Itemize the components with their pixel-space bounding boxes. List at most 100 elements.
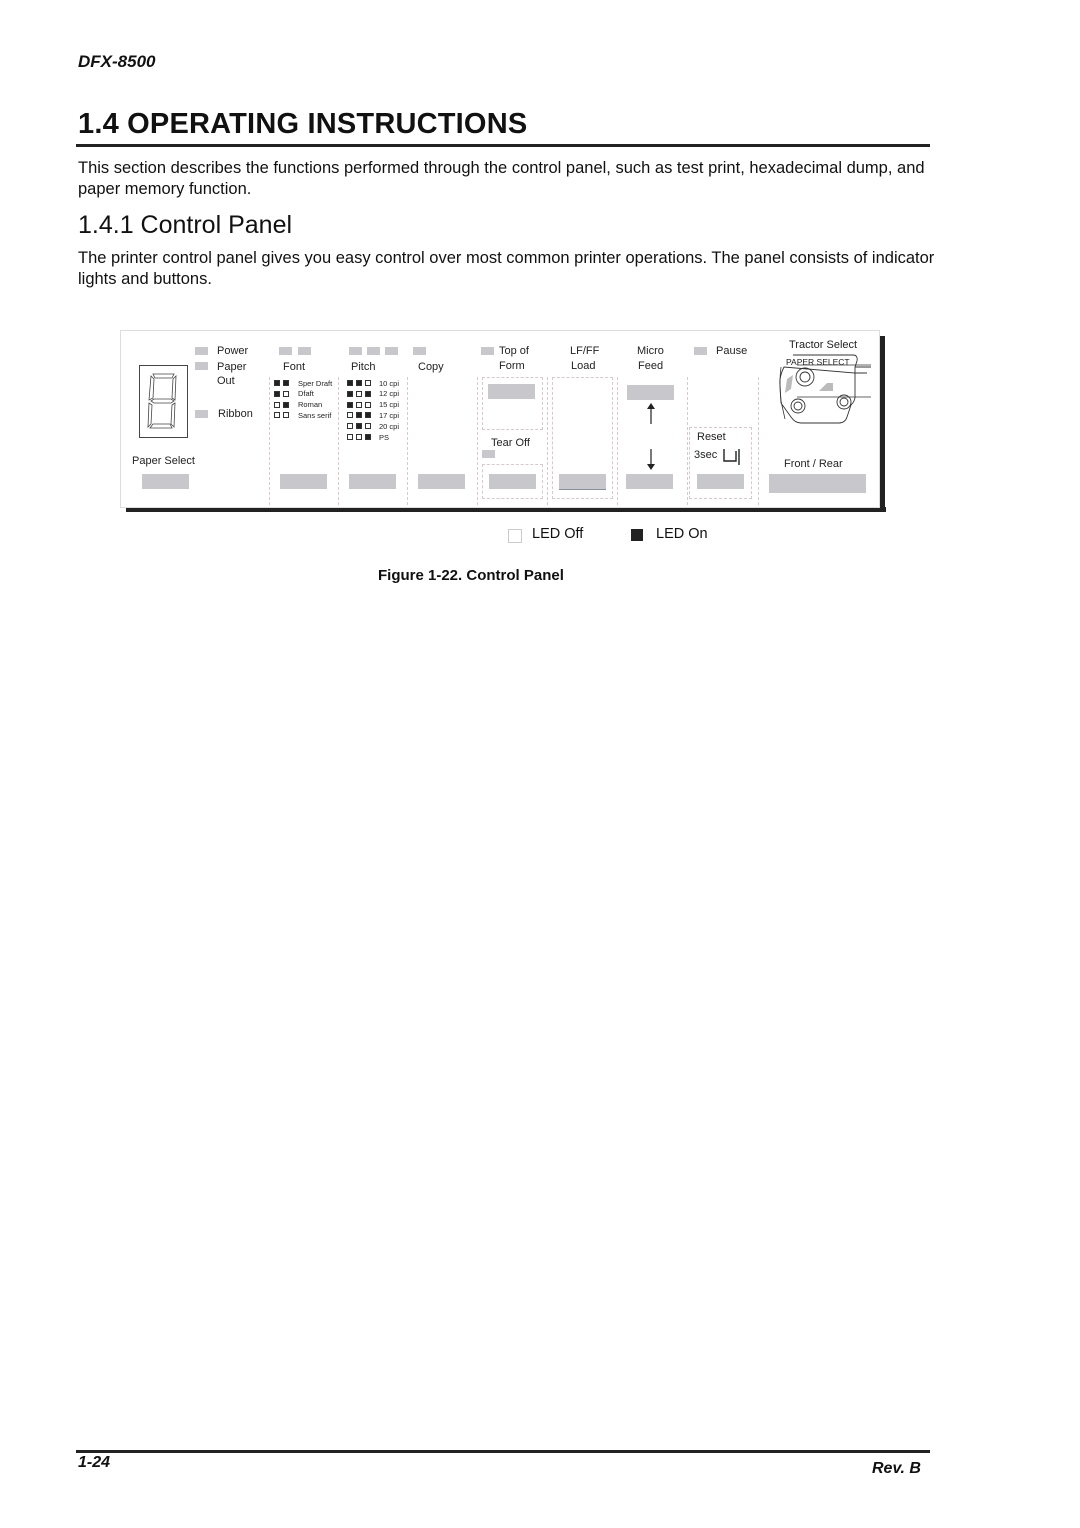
model-header: DFX-8500 [78, 52, 156, 71]
pitch-option-label: PS [379, 432, 390, 442]
divider [269, 377, 270, 505]
front-rear-label: Front / Rear [784, 458, 843, 470]
pitch-led-3 [385, 347, 398, 355]
paper-select-label: Paper Select [132, 455, 195, 467]
divider [338, 377, 339, 505]
ribbon-led [195, 410, 208, 418]
divider [407, 377, 408, 505]
reset-label: Reset [697, 431, 726, 443]
page-number: 1-24 [78, 1454, 111, 1471]
paper-out-led [195, 362, 208, 370]
font-led-indicator-on [283, 380, 289, 386]
font-led-indicator-off [283, 412, 289, 419]
lf-ff-load-button[interactable] [559, 474, 606, 490]
font-option-label: Dfaft [298, 389, 314, 399]
lf-ff-label: LF/FF [570, 345, 600, 357]
pause-led [694, 347, 707, 355]
led-off-label: LED Off [532, 526, 584, 542]
section-title: 1.4 OPERATING INSTRUCTIONS [78, 108, 528, 140]
revision: Rev. B [872, 1460, 921, 1477]
paper-out-label-2: Out [217, 375, 235, 387]
segment-digit-icon [147, 373, 177, 429]
title-rule [76, 144, 930, 147]
pause-label: Pause [716, 345, 748, 357]
paper-out-label: Paper [217, 361, 247, 373]
copy-led [413, 347, 426, 355]
top-of-form-led [481, 347, 494, 355]
font-led-2 [298, 347, 311, 355]
tear-off-led [482, 450, 495, 458]
pitch-led-indicator-on [356, 412, 362, 419]
paper-select-plate-label: PAPER SELECT [786, 357, 850, 367]
tractor-select-label: Tractor Select [789, 339, 858, 351]
top-of-form-label-2: Form [499, 360, 525, 372]
pitch-label: Pitch [351, 361, 376, 373]
font-led-indicator-on [274, 380, 280, 386]
pitch-led-indicator-on [365, 434, 371, 440]
pitch-led-indicator-off [356, 434, 362, 440]
pitch-option-label: 10 cpi [379, 378, 400, 388]
pitch-led-indicator-off [365, 380, 371, 386]
font-button[interactable] [280, 474, 327, 489]
font-led-indicator-off [274, 401, 280, 408]
pause-button[interactable] [697, 474, 744, 489]
power-led [195, 347, 208, 355]
micro-feed-down-button[interactable] [626, 474, 673, 489]
font-label: Font [283, 361, 306, 373]
font-option-label: Sans serif [298, 410, 332, 420]
pitch-led-indicator-off [347, 412, 353, 419]
font-led-indicator-on [283, 401, 289, 408]
hold-timing-icon [723, 447, 743, 472]
arrow-up-icon [646, 403, 656, 430]
font-led-indicator-off [274, 412, 280, 419]
pitch-led-indicator-off [356, 390, 362, 397]
micro-feed-up-button[interactable] [627, 385, 674, 400]
pitch-led-indicator-on [347, 380, 353, 386]
section-intro: This section describes the functions per… [78, 159, 925, 198]
tear-off-button[interactable] [489, 474, 536, 489]
top-of-form-label: Top of [499, 345, 529, 357]
pitch-led-indicator-off [365, 401, 371, 408]
pitch-led-indicator-off [365, 423, 371, 430]
footer-rule [76, 1450, 930, 1453]
pitch-led-indicator-on [356, 380, 362, 386]
micro-feed-label: Micro [637, 345, 664, 357]
led-on-label: LED On [656, 526, 708, 542]
pitch-led-1 [349, 347, 362, 355]
pitch-option-label: 15 cpi [379, 400, 400, 410]
pitch-led-indicator-off [347, 423, 353, 430]
control-panel-figure: Power Paper Out Ribbon Paper Select Font… [120, 330, 880, 508]
ribbon-label: Ribbon [218, 408, 253, 420]
font-option-label: Sper Draft [298, 378, 333, 388]
divider [617, 377, 618, 505]
pitch-led-indicator-on [347, 390, 353, 397]
font-led-1 [279, 347, 292, 355]
pitch-button[interactable] [349, 474, 396, 489]
font-option-label: Roman [298, 400, 323, 410]
pitch-led-2 [367, 347, 380, 355]
pitch-led-indicator-off [356, 401, 362, 408]
divider [547, 377, 548, 505]
divider [758, 377, 759, 505]
font-led-indicator-on [274, 390, 280, 397]
arrow-down-icon [646, 449, 656, 476]
led-on-swatch [631, 529, 643, 541]
subsection-description: The printer control panel gives you easy… [78, 249, 935, 288]
micro-feed-label-2: Feed [638, 360, 664, 372]
paper-select-button[interactable] [142, 474, 189, 489]
power-label: Power [217, 345, 249, 357]
pitch-led-indicator-on [365, 390, 371, 397]
pitch-led-indicator-on [365, 412, 371, 419]
figure-caption: Figure 1-22. Control Panel [378, 567, 564, 584]
pitch-option-label: 20 cpi [379, 421, 400, 431]
pitch-led-indicator-on [356, 423, 362, 430]
front-rear-button[interactable] [769, 474, 866, 493]
top-of-form-button[interactable] [488, 384, 535, 399]
copy-button[interactable] [418, 474, 465, 489]
seven-segment-display [139, 365, 188, 438]
pitch-led-indicator-off [347, 434, 353, 440]
pitch-led-indicator-on [347, 401, 353, 408]
divider [687, 377, 688, 505]
divider [477, 377, 478, 505]
subsection-title: 1.4.1 Control Panel [78, 211, 293, 239]
